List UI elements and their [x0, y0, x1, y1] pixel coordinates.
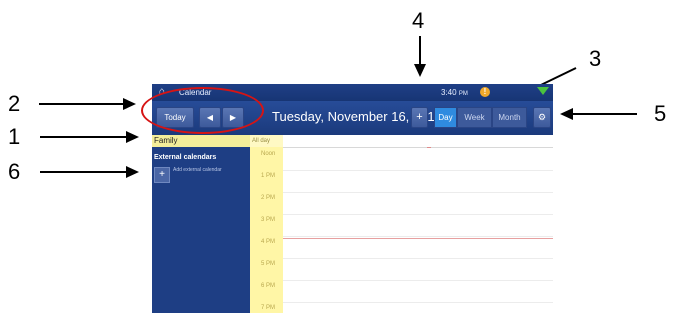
annotation-arrowhead-1	[126, 131, 139, 143]
status-time-value: 3:40	[441, 88, 457, 97]
add-external-calendar-label: Add external calendar	[173, 167, 222, 173]
current-time-line	[283, 238, 553, 239]
hour-gridline	[283, 258, 553, 259]
hour-label-6pm: 6 PM	[261, 283, 276, 289]
annotation-number-2: 2	[8, 91, 21, 116]
calendar-sidebar: Family External calendars + Add external…	[152, 135, 250, 313]
annotation-arrow-4	[419, 36, 421, 64]
settings-icon[interactable]: ⚙	[533, 107, 551, 128]
hour-label-7pm: 7 PM	[261, 305, 276, 311]
annotation-arrow-5	[573, 113, 637, 115]
annotation-arrowhead-6	[126, 166, 139, 178]
hour-label-noon: Noon	[261, 151, 276, 157]
hour-label-5pm: 5 PM	[261, 261, 276, 267]
wifi-icon	[537, 87, 549, 95]
annotation-arrowhead-5	[560, 108, 573, 120]
annotation-arrowhead-4	[414, 64, 426, 77]
status-time: 3:40 PM	[441, 88, 468, 97]
all-day-label: All day	[250, 135, 283, 147]
annotation-number-6: 6	[8, 159, 21, 184]
hour-label-3pm: 3 PM	[261, 217, 276, 223]
annotation-arrowhead-2	[123, 98, 136, 110]
hour-gridline	[283, 214, 553, 215]
hour-label-2pm: 2 PM	[261, 195, 276, 201]
current-time-marker	[427, 147, 431, 148]
hour-label-4pm: 4 PM	[261, 239, 276, 245]
sidebar-item-family[interactable]: Family	[152, 135, 250, 147]
status-time-suffix: PM	[458, 91, 468, 97]
add-external-calendar-button[interactable]: + Add external calendar	[154, 166, 226, 186]
alert-icon[interactable]: !	[480, 87, 490, 97]
hour-gridline	[283, 280, 553, 281]
annotation-arrow-2	[39, 103, 123, 105]
annotation-highlight-ellipse	[141, 87, 264, 134]
annotation-number-3: 3	[589, 46, 602, 71]
view-month-button[interactable]: Month	[492, 107, 527, 128]
annotation-arrow-1	[40, 136, 126, 138]
annotation-number-4: 4	[412, 8, 425, 33]
all-day-divider	[283, 147, 553, 148]
hour-label-1pm: 1 PM	[261, 173, 276, 179]
view-day-button[interactable]: Day	[434, 107, 457, 128]
hour-gridline	[283, 302, 553, 303]
hour-gridline	[283, 170, 553, 171]
annotation-number-5: 5	[654, 101, 667, 126]
plus-icon: +	[154, 167, 170, 183]
annotation-number-1: 1	[8, 124, 21, 149]
hour-gridline	[283, 236, 553, 237]
day-grid[interactable]: All day Noon 1 PM 2 PM 3 PM 4 PM 5 PM 6 …	[250, 135, 553, 313]
annotation-arrow-6	[40, 171, 126, 173]
external-calendars-label: External calendars	[154, 154, 217, 161]
add-event-button[interactable]: +	[411, 107, 428, 128]
view-week-button[interactable]: Week	[457, 107, 492, 128]
hour-gridline	[283, 192, 553, 193]
